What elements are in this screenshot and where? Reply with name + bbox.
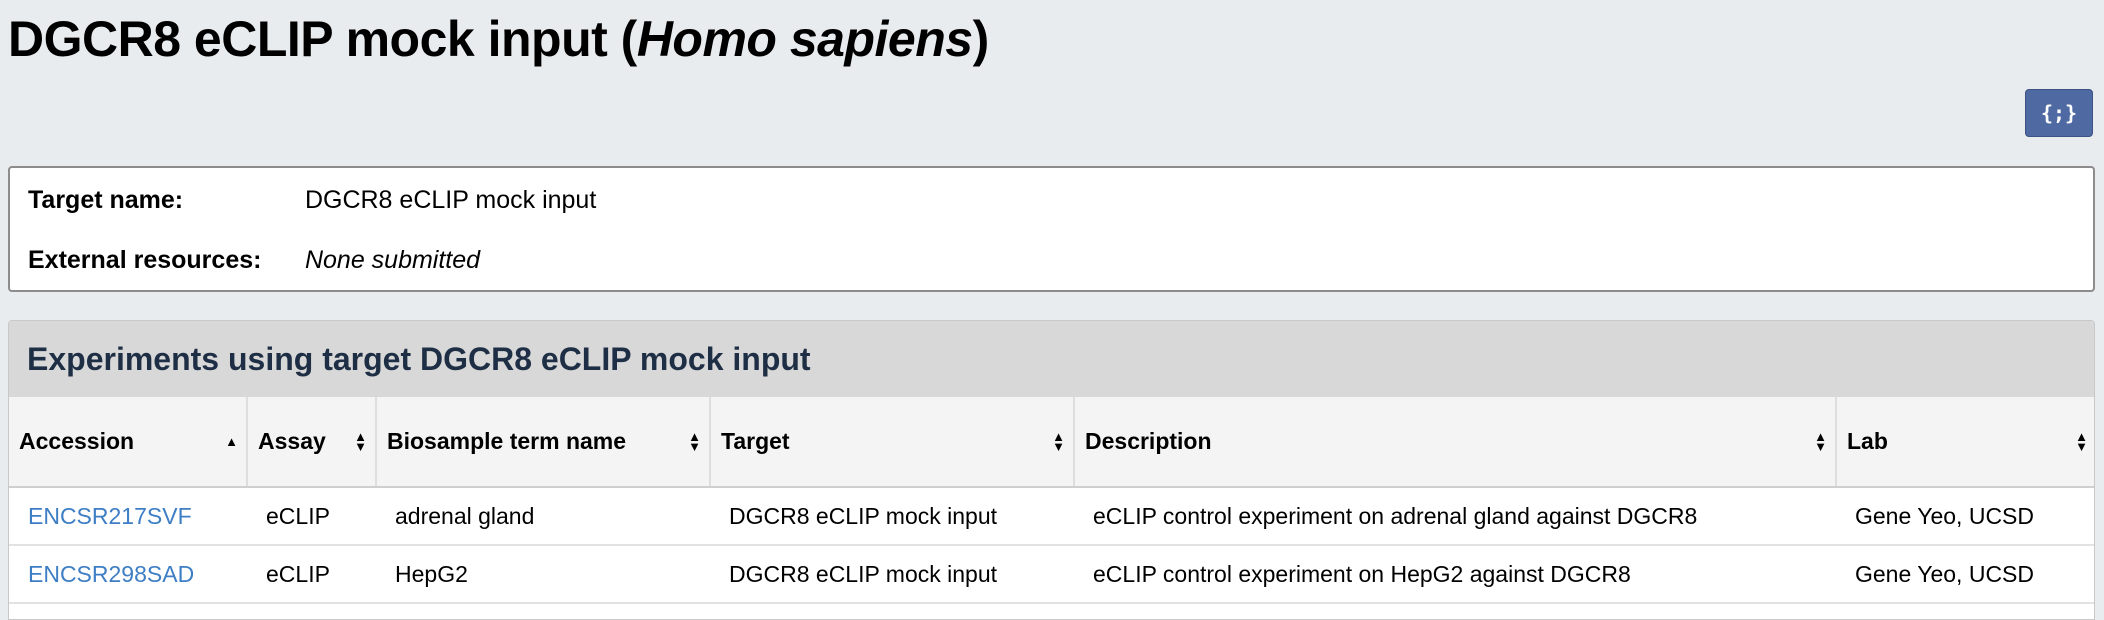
column-header-lab[interactable]: Lab ▲ ▼ xyxy=(1836,397,2094,488)
description-cell: eCLIP control experiment on adrenal glan… xyxy=(1074,487,1836,546)
lab-cell: Gene Yeo, UCSD xyxy=(1836,545,2094,604)
column-label: Lab xyxy=(1847,428,1888,454)
target-name-label: Target name: xyxy=(28,186,184,214)
target-cell: DGCR8 eCLIP mock input xyxy=(710,487,1074,546)
target-cell: DGCR8 eCLIP mock input xyxy=(710,545,1074,604)
lab-cell: Gene Yeo, UCSD xyxy=(1836,487,2094,546)
table-row: ENCSR217SVF eCLIP adrenal gland DGCR8 eC… xyxy=(9,487,2094,546)
sort-both-icon: ▲ ▼ xyxy=(2075,428,2088,454)
page-title: DGCR8 eCLIP mock input (Homo sapiens) xyxy=(8,10,989,68)
target-summary-panel: Target name: DGCR8 eCLIP mock input Exte… xyxy=(8,166,2095,292)
title-text: DGCR8 eCLIP mock input ( xyxy=(8,11,637,67)
column-header-accession[interactable]: Accession ▲ xyxy=(9,397,248,488)
sort-ascending-icon: ▲ xyxy=(225,433,238,449)
column-label: Assay xyxy=(258,428,326,454)
sort-both-icon: ▲ ▼ xyxy=(1052,428,1065,454)
column-header-description[interactable]: Description ▲ ▼ xyxy=(1074,397,1837,488)
table-header-row: Accession ▲ Assay ▲ ▼ Biosample term name… xyxy=(9,397,2094,488)
accession-link[interactable]: ENCSR217SVF xyxy=(28,503,192,529)
sort-both-icon: ▲ ▼ xyxy=(688,428,701,454)
experiments-table: Accession ▲ Assay ▲ ▼ Biosample term name… xyxy=(9,397,2094,604)
assay-cell: eCLIP xyxy=(247,545,376,604)
json-view-button[interactable]: {;} xyxy=(2025,89,2093,137)
column-header-biosample[interactable]: Biosample term name ▲ ▼ xyxy=(376,397,711,488)
sort-both-icon: ▲ ▼ xyxy=(354,428,367,454)
column-header-target[interactable]: Target ▲ ▼ xyxy=(710,397,1075,488)
column-label: Accession xyxy=(19,428,135,454)
column-label: Target xyxy=(721,428,790,454)
title-close: ) xyxy=(972,11,990,67)
experiments-heading: Experiments using target DGCR8 eCLIP moc… xyxy=(9,321,2094,397)
experiments-panel: Experiments using target DGCR8 eCLIP moc… xyxy=(8,320,2095,620)
column-label: Biosample term name xyxy=(387,428,627,454)
json-icon: {;} xyxy=(2040,101,2078,125)
species-name: Homo sapiens xyxy=(636,11,973,67)
accession-cell: ENCSR217SVF xyxy=(9,487,247,546)
description-cell: eCLIP control experiment on HepG2 agains… xyxy=(1074,545,1836,604)
column-label: Description xyxy=(1085,428,1212,454)
external-resources-value: None submitted xyxy=(304,246,481,274)
sort-both-icon: ▲ ▼ xyxy=(1814,428,1827,454)
biosample-cell: HepG2 xyxy=(376,545,710,604)
accession-cell: ENCSR298SAD xyxy=(9,545,247,604)
external-resources-row: External resources: None submitted xyxy=(28,246,480,275)
accession-link[interactable]: ENCSR298SAD xyxy=(28,561,194,587)
external-resources-label: External resources: xyxy=(28,246,262,274)
column-header-assay[interactable]: Assay ▲ ▼ xyxy=(247,397,377,488)
target-name-row: Target name: DGCR8 eCLIP mock input xyxy=(28,186,596,215)
table-row: ENCSR298SAD eCLIP HepG2 DGCR8 eCLIP mock… xyxy=(9,545,2094,604)
target-name-value: DGCR8 eCLIP mock input xyxy=(304,186,597,214)
biosample-cell: adrenal gland xyxy=(376,487,710,546)
assay-cell: eCLIP xyxy=(247,487,376,546)
